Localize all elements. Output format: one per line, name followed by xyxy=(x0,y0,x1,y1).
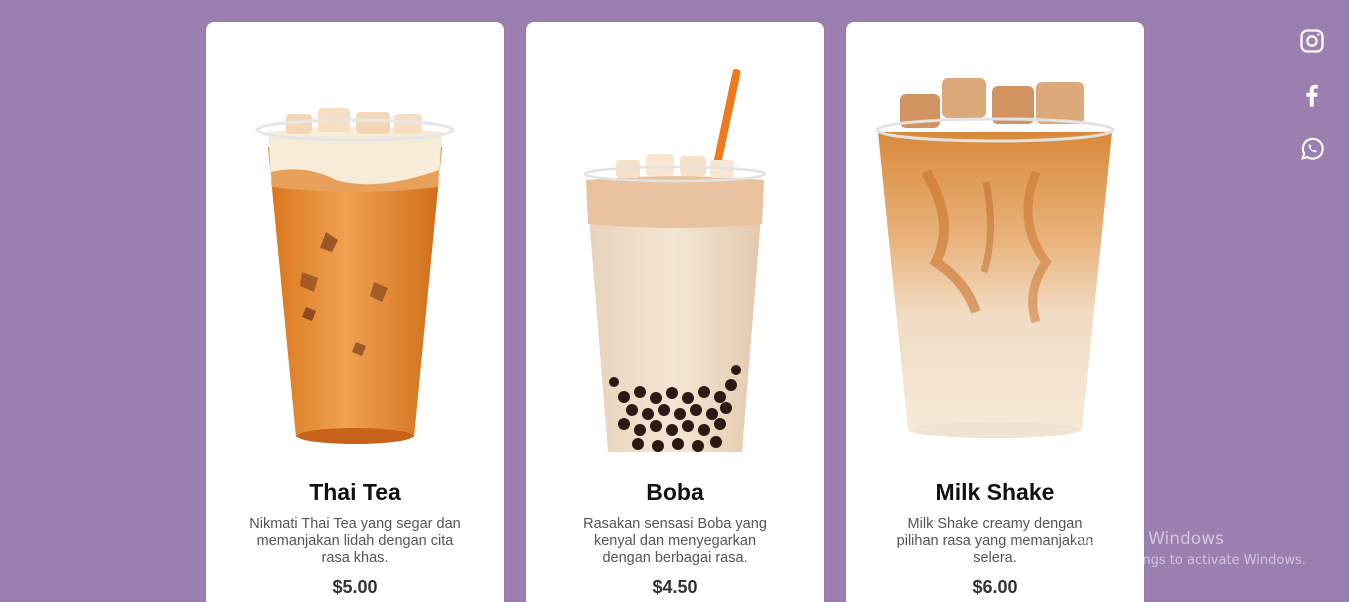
boba-image xyxy=(583,68,767,452)
menu-card-thai-tea[interactable]: Thai Tea Nikmati Thai Tea yang segar dan… xyxy=(206,22,504,602)
menu-page: Thai Tea Nikmati Thai Tea yang segar dan… xyxy=(0,0,1349,602)
menu-card-boba[interactable]: Boba Rasakan sensasi Boba yang kenyal da… xyxy=(526,22,824,602)
menu-item-description: Nikmati Thai Tea yang segar dan memanjak… xyxy=(249,516,461,566)
menu-item-description: Rasakan sensasi Boba yang kenyal dan men… xyxy=(583,516,767,566)
milk-shake-image xyxy=(875,78,1115,438)
menu-card-milk-shake[interactable]: Milk Shake Milk Shake creamy dengan pili… xyxy=(846,22,1144,602)
menu-item-price: $5.00 xyxy=(332,577,378,597)
thai-tea-image xyxy=(255,108,455,444)
facebook-icon[interactable] xyxy=(1298,81,1326,109)
menu-item-title: Thai Tea xyxy=(309,479,401,505)
whatsapp-icon[interactable] xyxy=(1298,135,1326,163)
menu-item-title: Milk Shake xyxy=(935,479,1055,505)
menu-item-price: $4.50 xyxy=(652,577,698,597)
menu-item-title: Boba xyxy=(646,479,704,505)
menu-item-description: Milk Shake creamy dengan pilihan rasa ya… xyxy=(896,516,1094,566)
social-links xyxy=(1298,27,1326,189)
watermark-title: Activate Windows xyxy=(1073,529,1224,549)
menu-item-price: $6.00 xyxy=(972,577,1018,597)
watermark-subtitle: Go to Settings to activate Windows. xyxy=(1073,553,1306,568)
activate-windows-watermark: Activate Windows Go to Settings to activ… xyxy=(1073,529,1306,568)
instagram-icon[interactable] xyxy=(1298,27,1326,55)
